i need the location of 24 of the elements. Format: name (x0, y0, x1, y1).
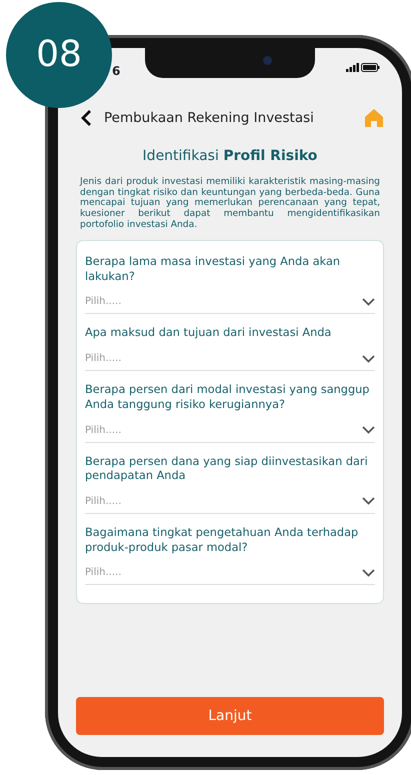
question-label: Berapa persen dana yang siap diinvestasikan dari pendapatan Anda (85, 454, 369, 484)
page-title: Pembukaan Rekening Investasi (104, 109, 315, 128)
dropdown-field[interactable]: Pilih..... (85, 284, 375, 314)
dropdown-field[interactable]: Pilih..... (85, 341, 375, 372)
chevron-down-icon (362, 426, 375, 434)
question-label: Apa maksud dan tujuan dari investasi Anda (85, 326, 332, 342)
section-title: Identifikasi Profil Risiko (142, 147, 318, 166)
chevron-down-icon (362, 354, 375, 363)
step-badge: 08 (6, 2, 112, 108)
question-label: Berapa lama masa investasi yang Anda akan lakukan? (85, 255, 342, 284)
camera-icon (263, 56, 272, 65)
question-label: Bagaimana tingkat pengetahuan Anda terhadap produk-produk pasar modal? (85, 526, 360, 556)
status-time: 6 (112, 63, 120, 80)
signal-battery-icon (346, 62, 380, 73)
dropdown-field[interactable]: Pilih..... (85, 412, 375, 442)
back-icon[interactable] (80, 109, 92, 128)
chevron-down-icon (362, 298, 375, 306)
question-label: Berapa persen dari modal investasi yang sanggup Anda tanggung risiko kerugiannya? (85, 383, 370, 412)
dropdown-field[interactable]: Pilih..... (85, 484, 375, 514)
chevron-down-icon (362, 497, 375, 506)
next-button[interactable]: Lanjut (76, 697, 384, 735)
dropdown-field[interactable]: Pilih..... (85, 555, 375, 586)
intro-text: Jenis dari produk investasi memiliki karakteristik masing-masing dengan tingkat risiko dan keuntungan yang berbeda-beda. Guna mencapai tujuan yang memerlukan perencanaan yang tepat, kuesioner berikut dapat membantu mengidentifikasikan portofolio investasi Anda. (78, 177, 381, 230)
chevron-down-icon (362, 568, 375, 577)
